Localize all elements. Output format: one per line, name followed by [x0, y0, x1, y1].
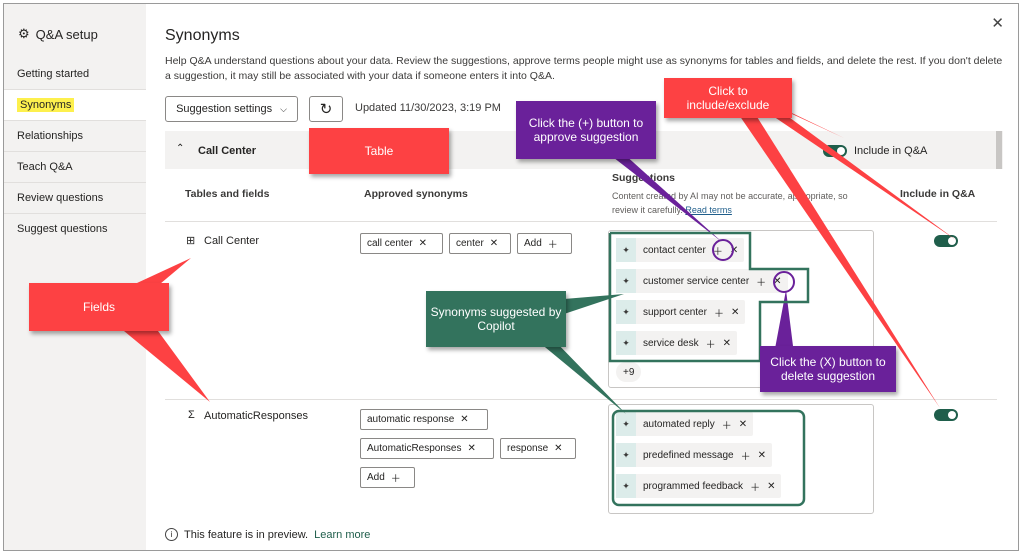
- sidebar-item-synonyms[interactable]: Synonyms: [4, 90, 146, 121]
- callout-table: Table: [309, 128, 449, 174]
- callout-include: Click to include/exclude: [664, 78, 792, 118]
- sparkle-icon: ✦: [616, 300, 636, 324]
- more-suggestions-badge[interactable]: +9: [616, 362, 642, 382]
- sigma-icon: Σ: [188, 409, 195, 421]
- remove-icon[interactable]: ✕: [554, 443, 562, 454]
- suggestions-ai-note: Content created by AI may not be accurat…: [612, 191, 848, 215]
- delete-x-icon[interactable]: ✕: [758, 450, 766, 461]
- chevron-up-icon[interactable]: ⌃: [176, 143, 184, 154]
- remove-icon[interactable]: ✕: [490, 238, 498, 249]
- row-divider: [165, 221, 997, 222]
- page-description: Help Q&A understand questions about your…: [165, 55, 1003, 82]
- approved-synonym-tag[interactable]: automatic response ✕: [360, 409, 488, 430]
- suggestion-chip: ✦ automated reply ＋ ✕: [616, 412, 754, 436]
- col-header-fields: Tables and fields: [185, 188, 270, 200]
- approved-synonym-tag[interactable]: AutomaticResponses ✕: [360, 438, 494, 459]
- delete-x-icon[interactable]: ✕: [739, 419, 747, 430]
- row-name-automatic-responses: AutomaticResponses: [204, 410, 308, 422]
- sparkle-icon: ✦: [616, 474, 636, 498]
- close-icon[interactable]: ✕: [991, 14, 1004, 32]
- approved-synonym-tag[interactable]: center ✕: [449, 233, 511, 254]
- sidebar-item-teach-qa[interactable]: Teach Q&A: [4, 152, 146, 183]
- approve-plus-icon[interactable]: ＋: [706, 336, 716, 351]
- remove-icon[interactable]: ✕: [460, 414, 468, 425]
- table-icon: ⊞: [186, 235, 196, 247]
- refresh-icon: ↻: [319, 101, 333, 118]
- col-header-include: Include in Q&A: [900, 188, 976, 200]
- callout-approve: Click the (+) button to approve suggesti…: [516, 101, 656, 159]
- add-synonym-button[interactable]: Add ＋: [517, 233, 572, 254]
- include-table-toggle[interactable]: [823, 145, 847, 157]
- approved-synonym-tag[interactable]: call center ✕: [360, 233, 443, 254]
- read-terms-link[interactable]: Read terms: [685, 205, 732, 215]
- callout-fields: Fields: [29, 283, 169, 331]
- plus-icon: ＋: [390, 474, 401, 485]
- learn-more-link[interactable]: Learn more: [314, 529, 370, 541]
- add-synonym-button[interactable]: Add ＋: [360, 467, 415, 488]
- include-row-toggle[interactable]: [934, 235, 958, 247]
- gear-icon: ⚙: [18, 26, 30, 41]
- delete-x-icon[interactable]: ✕: [767, 481, 775, 492]
- suggestion-chip: ✦ service desk ＋ ✕: [616, 331, 737, 355]
- sidebar-item-relationships[interactable]: Relationships: [4, 121, 146, 152]
- col-header-approved: Approved synonyms: [364, 188, 468, 200]
- table-name: Call Center: [198, 145, 257, 157]
- approve-plus-icon[interactable]: ＋: [741, 448, 751, 463]
- plus-icon: ＋: [547, 240, 558, 251]
- suggestion-settings-button[interactable]: Suggestion settings ⌵: [165, 96, 298, 122]
- include-table-label: Include in Q&A: [854, 145, 928, 157]
- updated-timestamp: Updated 11/30/2023, 3:19 PM: [355, 102, 501, 114]
- suggestion-chip: ✦ support center ＋ ✕: [616, 300, 746, 324]
- callout-delete: Click the (X) button to delete suggestio…: [760, 346, 896, 392]
- callout-synonyms: Synonyms suggested by Copilot: [426, 291, 566, 347]
- qa-setup-dialog: ⚙ Q&A setup Getting started Synonyms Rel…: [3, 3, 1019, 551]
- sparkle-icon: ✦: [616, 269, 636, 293]
- approve-plus-icon[interactable]: ＋: [714, 305, 724, 320]
- suggestion-chip: ✦ contact center ＋ ✕: [616, 238, 745, 262]
- remove-icon[interactable]: ✕: [419, 238, 427, 249]
- approve-plus-icon[interactable]: ＋: [722, 417, 732, 432]
- sparkle-icon: ✦: [616, 331, 636, 355]
- delete-x-icon[interactable]: ✕: [773, 276, 781, 287]
- delete-x-icon[interactable]: ✕: [723, 338, 731, 349]
- suggestion-chip: ✦ customer service center ＋ ✕: [616, 269, 788, 293]
- preview-notice: i This feature is in preview. Learn more: [165, 528, 370, 541]
- main-panel: ✕ Synonyms Help Q&A understand questions…: [146, 4, 1018, 550]
- delete-x-icon[interactable]: ✕: [731, 307, 739, 318]
- delete-x-icon[interactable]: ✕: [730, 245, 738, 256]
- row-name-call-center: Call Center: [204, 235, 260, 247]
- sparkle-icon: ✦: [616, 443, 636, 467]
- sidebar-item-suggest-questions[interactable]: Suggest questions: [4, 214, 146, 245]
- approve-plus-icon[interactable]: ＋: [713, 243, 723, 258]
- approve-plus-icon[interactable]: ＋: [750, 479, 760, 494]
- approved-synonym-tag[interactable]: response ✕: [500, 438, 576, 459]
- include-row-toggle[interactable]: [934, 409, 958, 421]
- suggestion-chip: ✦ programmed feedback ＋ ✕: [616, 474, 782, 498]
- sparkle-icon: ✦: [616, 238, 636, 262]
- sidebar-item-review-questions[interactable]: Review questions: [4, 183, 146, 214]
- sidebar-title: ⚙ Q&A setup: [18, 26, 98, 42]
- approve-plus-icon[interactable]: ＋: [756, 274, 766, 289]
- chevron-down-icon: ⌵: [280, 103, 287, 114]
- remove-icon[interactable]: ✕: [468, 443, 476, 454]
- col-header-suggestions: Suggestions: [612, 172, 676, 184]
- page-title: Synonyms: [165, 27, 240, 44]
- refresh-button[interactable]: ↻: [309, 96, 343, 122]
- sidebar-item-getting-started[interactable]: Getting started: [4, 59, 146, 90]
- sparkle-icon: ✦: [616, 412, 636, 436]
- suggestion-chip: ✦ predefined message ＋ ✕: [616, 443, 773, 467]
- info-icon: i: [165, 528, 178, 541]
- scrollbar[interactable]: [996, 131, 1002, 169]
- sidebar: ⚙ Q&A setup Getting started Synonyms Rel…: [4, 4, 146, 550]
- row-divider: [165, 399, 997, 400]
